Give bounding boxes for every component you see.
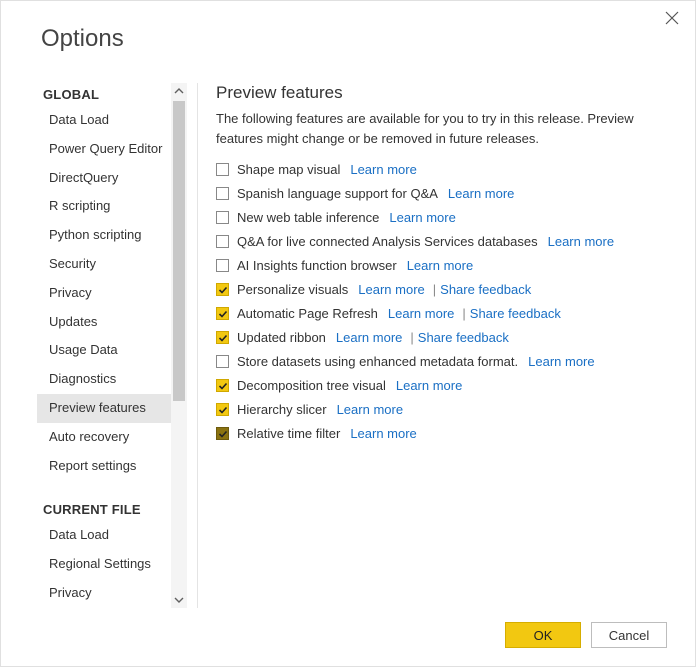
sidebar-item[interactable]: Auto recovery — [37, 423, 171, 452]
learn-more-link[interactable]: Learn more — [350, 426, 416, 441]
sidebar-item[interactable]: Privacy — [37, 279, 171, 308]
share-feedback-link[interactable]: Share feedback — [470, 306, 561, 321]
sidebar-item[interactable]: Data Load — [37, 521, 171, 550]
feature-row: Updated ribbon Learn more | Share feedback — [216, 330, 667, 345]
learn-more-link[interactable]: Learn more — [548, 234, 614, 249]
feature-label: Hierarchy slicer — [237, 402, 327, 417]
learn-more-link[interactable]: Learn more — [407, 258, 473, 273]
feature-checkbox[interactable] — [216, 355, 229, 368]
close-icon[interactable] — [665, 11, 681, 27]
feature-checkbox[interactable] — [216, 379, 229, 392]
sidebar-item[interactable]: Security — [37, 250, 171, 279]
sidebar-item[interactable]: Diagnostics — [37, 365, 171, 394]
feature-label: Spanish language support for Q&A — [237, 186, 438, 201]
scroll-down-icon[interactable] — [171, 592, 187, 608]
sidebar-scrollbar[interactable] — [171, 83, 187, 608]
sidebar-item[interactable]: Updates — [37, 308, 171, 337]
options-dialog: Options GLOBALData LoadPower Query Edito… — [0, 0, 696, 667]
learn-more-link[interactable]: Learn more — [396, 378, 462, 393]
sidebar-item[interactable]: Privacy — [37, 579, 171, 608]
share-feedback-link[interactable]: Share feedback — [418, 330, 509, 345]
sidebar-item[interactable]: Regional Settings — [37, 550, 171, 579]
panel-description: The following features are available for… — [216, 109, 667, 148]
sidebar-item[interactable]: Power Query Editor — [37, 135, 171, 164]
feature-checkbox[interactable] — [216, 259, 229, 272]
feature-label: Relative time filter — [237, 426, 340, 441]
sidebar-section-header: GLOBAL — [37, 83, 171, 106]
dialog-footer: OK Cancel — [1, 608, 695, 666]
panel-heading: Preview features — [216, 83, 667, 103]
sidebar-item[interactable]: Data Load — [37, 106, 171, 135]
learn-more-link[interactable]: Learn more — [336, 330, 402, 345]
sidebar-item[interactable]: Report settings — [37, 452, 171, 481]
dialog-title: Options — [1, 1, 695, 53]
feature-row: New web table inference Learn more — [216, 210, 667, 225]
feature-label: Shape map visual — [237, 162, 340, 177]
link-separator: | — [433, 282, 436, 297]
feature-row: Personalize visuals Learn more | Share feed… — [216, 282, 667, 297]
feature-row: Automatic Page Refresh Learn more | Share f… — [216, 306, 667, 321]
cancel-button[interactable]: Cancel — [591, 622, 667, 648]
learn-more-link[interactable]: Learn more — [358, 282, 424, 297]
scroll-thumb[interactable] — [173, 101, 185, 401]
feature-row: Decomposition tree visual Learn more — [216, 378, 667, 393]
vertical-divider — [197, 83, 198, 608]
learn-more-link[interactable]: Learn more — [448, 186, 514, 201]
feature-row: Shape map visual Learn more — [216, 162, 667, 177]
feature-label: New web table inference — [237, 210, 379, 225]
learn-more-link[interactable]: Learn more — [350, 162, 416, 177]
feature-checkbox[interactable] — [216, 403, 229, 416]
feature-label: Q&A for live connected Analysis Services… — [237, 234, 538, 249]
sidebar-item[interactable]: Usage Data — [37, 336, 171, 365]
share-feedback-link[interactable]: Share feedback — [440, 282, 531, 297]
feature-row: Store datasets using enhanced metadata f… — [216, 354, 667, 369]
feature-row: Spanish language support for Q&A Learn mo… — [216, 186, 667, 201]
feature-label: Store datasets using enhanced metadata f… — [237, 354, 518, 369]
feature-checkbox[interactable] — [216, 283, 229, 296]
scroll-up-icon[interactable] — [171, 83, 187, 99]
sidebar-item[interactable]: DirectQuery — [37, 164, 171, 193]
link-separator: | — [410, 330, 413, 345]
feature-label: Updated ribbon — [237, 330, 326, 345]
learn-more-link[interactable]: Learn more — [389, 210, 455, 225]
sidebar-section-header: CURRENT FILE — [37, 498, 171, 521]
feature-checkbox[interactable] — [216, 427, 229, 440]
sidebar-item[interactable]: R scripting — [37, 192, 171, 221]
feature-checkbox[interactable] — [216, 163, 229, 176]
feature-checkbox[interactable] — [216, 211, 229, 224]
sidebar-item[interactable]: Python scripting — [37, 221, 171, 250]
learn-more-link[interactable]: Learn more — [337, 402, 403, 417]
sidebar-item[interactable]: Preview features — [37, 394, 171, 423]
feature-row: Q&A for live connected Analysis Services… — [216, 234, 667, 249]
feature-checkbox[interactable] — [216, 187, 229, 200]
feature-label: Personalize visuals — [237, 282, 348, 297]
feature-row: Relative time filter Learn more — [216, 426, 667, 441]
main-panel: Preview features The following features … — [216, 83, 695, 608]
feature-label: Automatic Page Refresh — [237, 306, 378, 321]
feature-label: AI Insights function browser — [237, 258, 397, 273]
feature-checkbox[interactable] — [216, 235, 229, 248]
feature-checkbox[interactable] — [216, 331, 229, 344]
feature-label: Decomposition tree visual — [237, 378, 386, 393]
sidebar: GLOBALData LoadPower Query EditorDirectQ… — [37, 83, 187, 608]
ok-button[interactable]: OK — [505, 622, 581, 648]
learn-more-link[interactable]: Learn more — [528, 354, 594, 369]
feature-row: AI Insights function browser Learn more — [216, 258, 667, 273]
feature-row: Hierarchy slicer Learn more — [216, 402, 667, 417]
feature-checkbox[interactable] — [216, 307, 229, 320]
learn-more-link[interactable]: Learn more — [388, 306, 454, 321]
link-separator: | — [462, 306, 465, 321]
